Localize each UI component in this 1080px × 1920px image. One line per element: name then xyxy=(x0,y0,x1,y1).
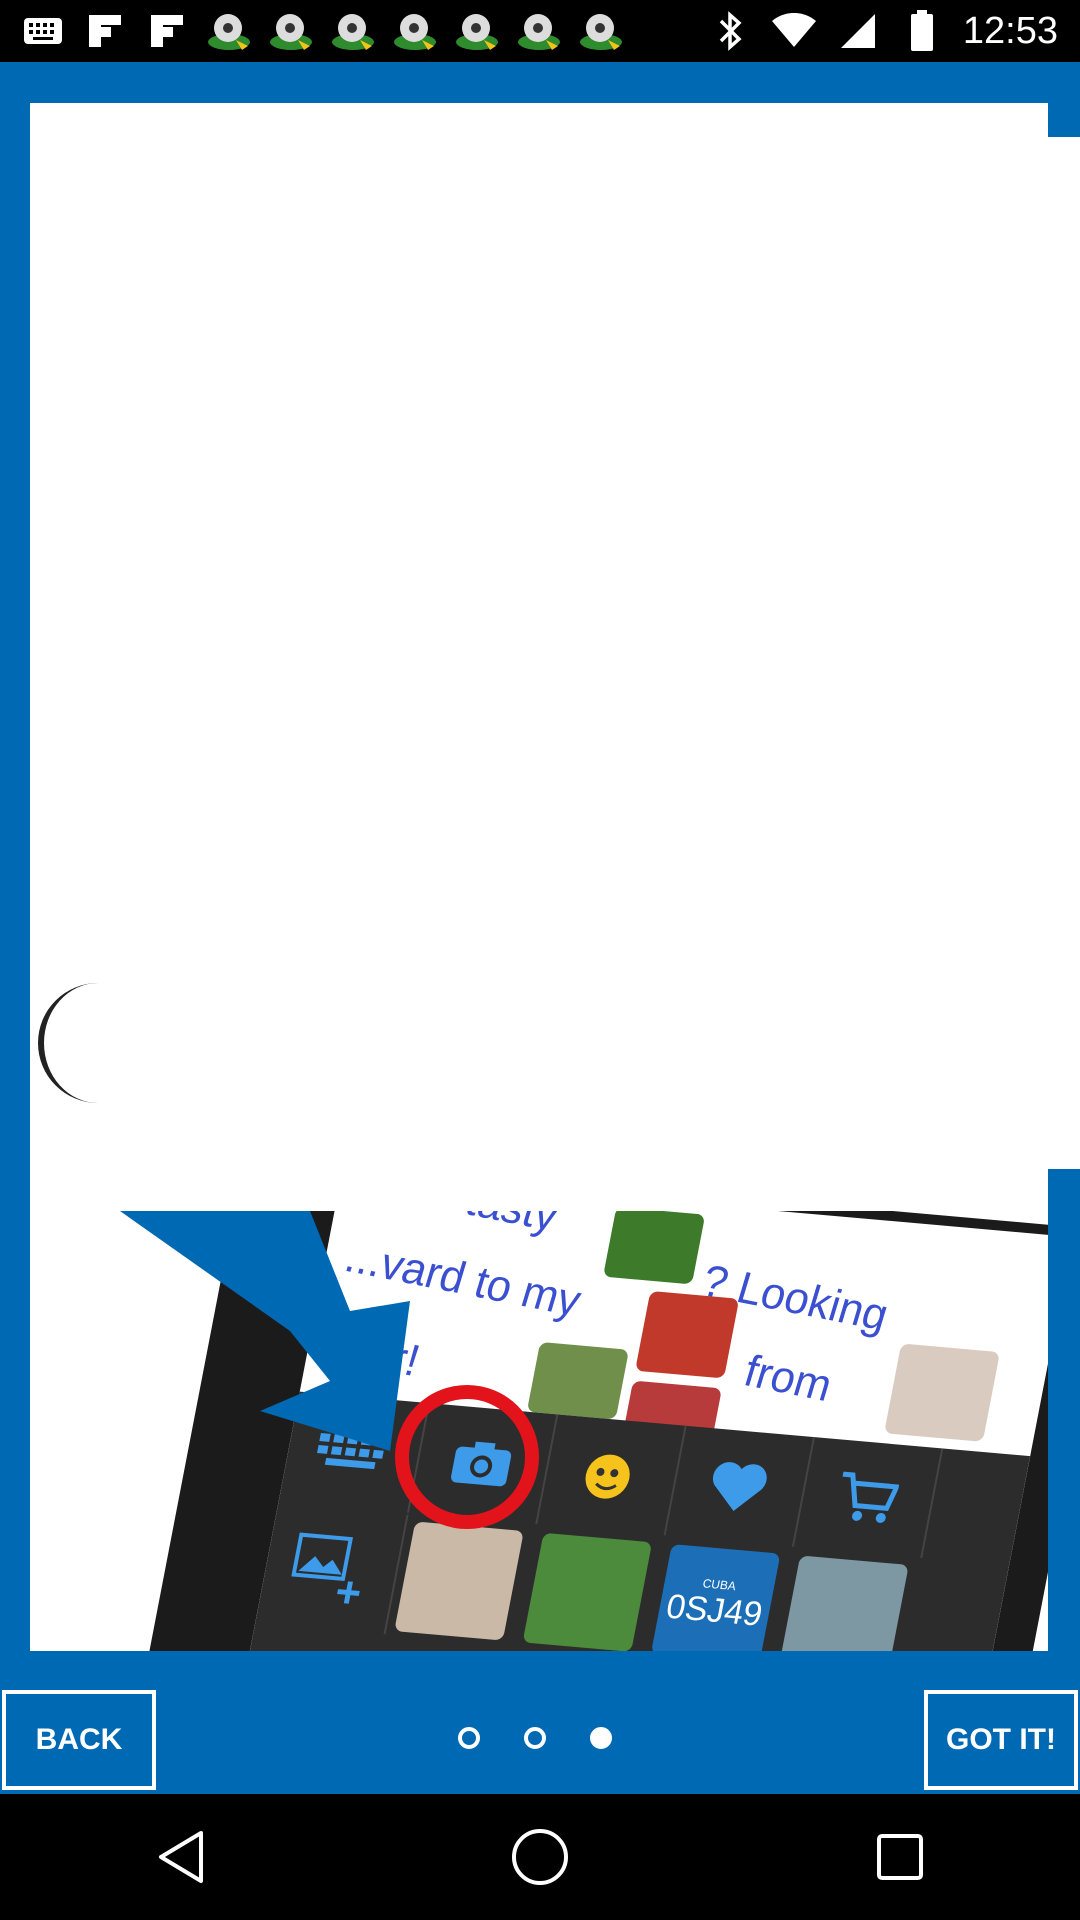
bluetooth-icon xyxy=(707,8,753,54)
page-indicator xyxy=(458,1727,612,1749)
photo-license-plate: CUBA 0SJ49 xyxy=(650,1544,781,1651)
flipboard-icon xyxy=(82,8,128,54)
plate-text: 0SJ49 xyxy=(663,1587,766,1634)
soccer-ball-icon xyxy=(578,8,624,54)
soccer-ball-icon xyxy=(454,8,500,54)
soccer-ball-icon xyxy=(392,8,438,54)
page-dot-3-active[interactable] xyxy=(590,1727,612,1749)
navigation-bar xyxy=(0,1794,1080,1920)
photo-flowers xyxy=(526,1341,630,1420)
keyboard-icon xyxy=(20,8,66,54)
emoji-tool-icon xyxy=(535,1414,687,1536)
battery-icon xyxy=(899,8,945,54)
page-dot-1[interactable] xyxy=(458,1727,480,1749)
photo-peas xyxy=(602,1211,706,1285)
card-extension xyxy=(1048,137,1080,1169)
photo-clover xyxy=(522,1532,653,1651)
status-bar: 12:53 xyxy=(0,0,1080,62)
soccer-ball-icon xyxy=(330,8,376,54)
gallery-add-icon xyxy=(255,1503,409,1635)
card-notch xyxy=(1048,103,1080,137)
soccer-ball-icon xyxy=(268,8,314,54)
back-button[interactable]: BACK xyxy=(2,1690,156,1790)
partial-image-edge xyxy=(38,983,104,1103)
photo-gifts xyxy=(635,1290,740,1379)
flipboard-icon xyxy=(144,8,190,54)
soccer-ball-icon xyxy=(516,8,562,54)
back-icon[interactable] xyxy=(140,1817,220,1897)
clock: 12:53 xyxy=(962,9,1058,52)
home-icon[interactable] xyxy=(500,1817,580,1897)
tutorial-illustration: ...me tasty ? Looking ...vard to my from… xyxy=(30,1211,1048,1651)
signal-icon xyxy=(835,8,881,54)
system-icons: 12:53 xyxy=(707,8,1058,54)
screen-text-line4: from xyxy=(738,1346,838,1412)
cart-tool-icon xyxy=(791,1436,944,1559)
photo-dog xyxy=(394,1521,524,1641)
pointer-arrow-icon xyxy=(120,1211,410,1451)
tutorial-card: ...me tasty ? Looking ...vard to my from… xyxy=(30,103,1048,1651)
wifi-icon xyxy=(771,8,817,54)
page-dot-2[interactable] xyxy=(524,1727,546,1749)
soccer-ball-icon xyxy=(206,8,252,54)
photo-santa xyxy=(884,1343,1000,1442)
got-it-button[interactable]: GOT IT! xyxy=(924,1690,1078,1790)
notification-icons xyxy=(20,8,624,54)
camera-highlight-circle xyxy=(395,1385,539,1529)
heart-tool-icon xyxy=(663,1425,815,1547)
recents-icon[interactable] xyxy=(860,1817,940,1897)
photo-mountain xyxy=(779,1555,909,1651)
tutorial-page: ...me tasty ? Looking ...vard to my from… xyxy=(0,62,1080,1794)
